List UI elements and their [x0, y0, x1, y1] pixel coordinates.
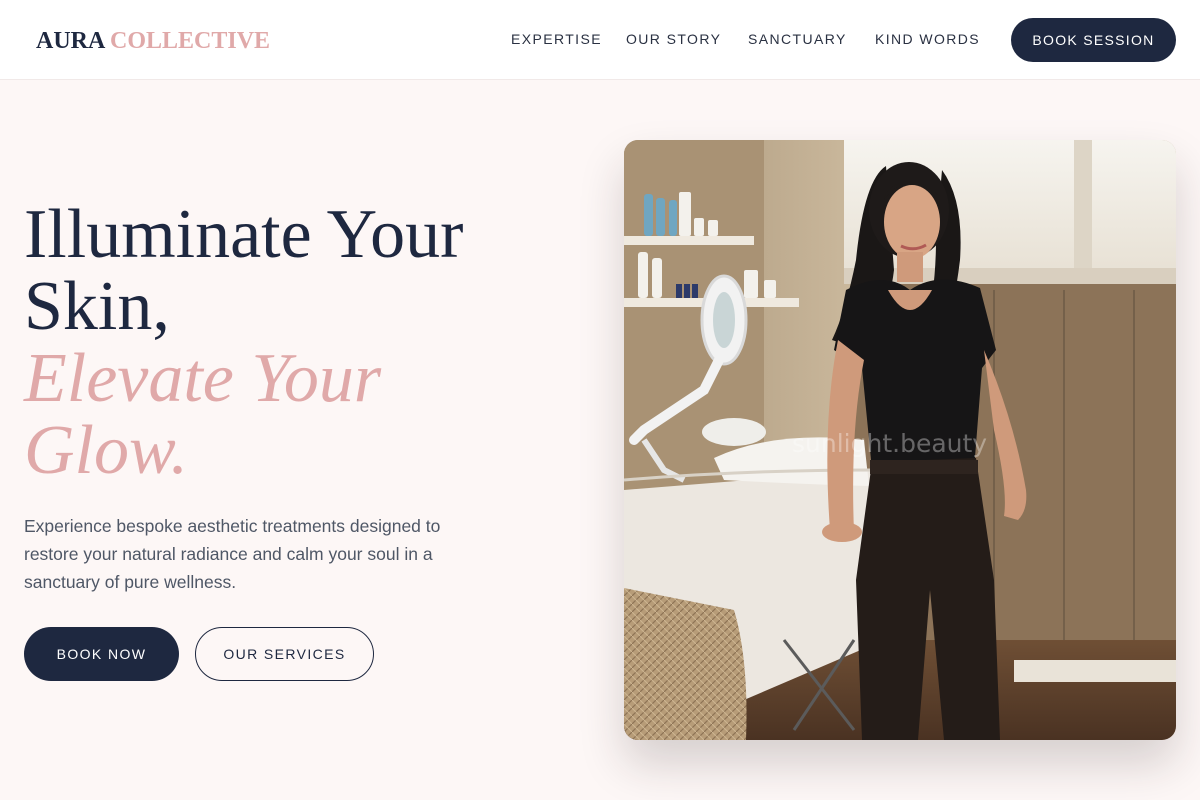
book-session-button[interactable]: BOOK SESSION [1011, 18, 1176, 62]
book-now-button[interactable]: BOOK NOW [24, 627, 179, 681]
nav-link-sanctuary[interactable]: SANCTUARY [748, 30, 847, 48]
hero-photo-illustration: sunlight.beauty [624, 140, 1176, 740]
headline-accent-line-1: Elevate Your [24, 340, 382, 417]
hero-description: Experience bespoke aesthetic treatments … [24, 516, 441, 592]
hero-headline: Illuminate Your Skin, Elevate Your Glow. [24, 199, 544, 487]
logo-word-collective: COLLECTIVE [110, 28, 271, 54]
logo-word-aura: AURA [36, 28, 105, 54]
headline-line-1: Illuminate Your [24, 196, 464, 273]
brand-logo[interactable]: AURA COLLECTIVE [36, 27, 270, 55]
headline-accent-line-2: Glow. [24, 412, 188, 489]
site-header: AURA COLLECTIVE EXPERTISE OUR STORY SANC… [0, 0, 1200, 80]
hero-photo: sunlight.beauty [624, 140, 1176, 740]
our-services-button[interactable]: OUR SERVICES [195, 627, 374, 681]
photo-watermark: sunlight.beauty [792, 429, 987, 458]
nav-link-expertise[interactable]: EXPERTISE [511, 30, 602, 48]
nav-link-kind-words[interactable]: KIND WORDS [875, 30, 980, 48]
nav-link-our-story[interactable]: OUR STORY [626, 30, 721, 48]
headline-line-2: Skin, [24, 268, 170, 345]
